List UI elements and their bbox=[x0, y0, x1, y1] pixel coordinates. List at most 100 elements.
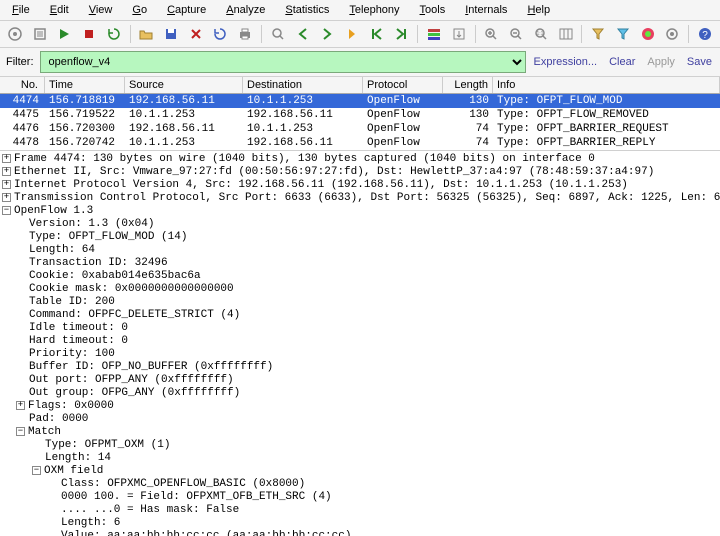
menu-file[interactable]: File bbox=[4, 2, 38, 18]
col-src[interactable]: Source bbox=[125, 77, 243, 93]
menu-go[interactable]: Go bbox=[124, 2, 155, 18]
tree-ip[interactable]: Internet Protocol Version 4, Src: 192.16… bbox=[14, 179, 628, 191]
tree-field[interactable]: Pad: 0000 bbox=[29, 413, 88, 425]
packet-details[interactable]: +Frame 4474: 130 bytes on wire (1040 bit… bbox=[0, 151, 720, 536]
start-icon[interactable] bbox=[53, 23, 75, 45]
display-filters-icon[interactable] bbox=[612, 23, 634, 45]
save-icon[interactable] bbox=[160, 23, 182, 45]
tree-eth[interactable]: Ethernet II, Src: Vmware_97:27:fd (00:50… bbox=[14, 166, 654, 178]
colorize-icon[interactable] bbox=[423, 23, 445, 45]
capture-filters-icon[interactable] bbox=[587, 23, 609, 45]
packet-row[interactable]: 4474 156.718819 192.168.56.11 10.1.1.253… bbox=[0, 94, 720, 108]
packet-list-header[interactable]: No. Time Source Destination Protocol Len… bbox=[0, 77, 720, 94]
tree-field[interactable]: Hard timeout: 0 bbox=[29, 335, 128, 347]
tree-field[interactable]: Command: OFPFC_DELETE_STRICT (4) bbox=[29, 309, 240, 321]
zoomout-icon[interactable] bbox=[505, 23, 527, 45]
filter-clear[interactable]: Clear bbox=[605, 56, 639, 68]
tree-field[interactable]: Length: 6 bbox=[61, 517, 120, 529]
tree-match[interactable]: Match bbox=[28, 426, 61, 438]
zoomin-icon[interactable] bbox=[481, 23, 503, 45]
filter-input[interactable]: openflow_v4 bbox=[40, 51, 526, 73]
menu-internals[interactable]: Internals bbox=[457, 2, 515, 18]
collapse-icon[interactable]: − bbox=[16, 427, 25, 436]
tree-field[interactable]: Type: OFPT_FLOW_MOD (14) bbox=[29, 231, 187, 243]
expand-icon[interactable]: + bbox=[2, 167, 11, 176]
zoom100-icon[interactable]: 1:1 bbox=[530, 23, 552, 45]
filter-expression[interactable]: Expression... bbox=[530, 56, 602, 68]
tree-field[interactable]: Cookie mask: 0x0000000000000000 bbox=[29, 283, 234, 295]
filter-save[interactable]: Save bbox=[683, 56, 716, 68]
svg-text:1:1: 1:1 bbox=[536, 31, 543, 37]
col-len[interactable]: Length bbox=[443, 77, 493, 93]
tree-flags[interactable]: Flags: 0x0000 bbox=[28, 400, 114, 412]
restart-icon[interactable] bbox=[103, 23, 125, 45]
last-icon[interactable] bbox=[391, 23, 413, 45]
menu-statistics[interactable]: Statistics bbox=[277, 2, 337, 18]
find-icon[interactable] bbox=[267, 23, 289, 45]
tree-tcp[interactable]: Transmission Control Protocol, Src Port:… bbox=[14, 192, 720, 204]
tree-field[interactable]: Length: 14 bbox=[45, 452, 111, 464]
goto-icon[interactable] bbox=[341, 23, 363, 45]
tree-field[interactable]: Priority: 100 bbox=[29, 348, 115, 360]
autoscroll-icon[interactable] bbox=[448, 23, 470, 45]
tree-openflow[interactable]: OpenFlow 1.3 bbox=[14, 205, 93, 217]
col-proto[interactable]: Protocol bbox=[363, 77, 443, 93]
close-icon[interactable] bbox=[185, 23, 207, 45]
tree-field[interactable]: Out port: OFPP_ANY (0xffffffff) bbox=[29, 374, 234, 386]
col-no[interactable]: No. bbox=[0, 77, 45, 93]
col-time[interactable]: Time bbox=[45, 77, 125, 93]
tree-field[interactable]: 0000 100. = Field: OFPXMT_OFB_ETH_SRC (4… bbox=[61, 491, 332, 503]
menu-help[interactable]: Help bbox=[519, 2, 558, 18]
tree-field[interactable]: Version: 1.3 (0x04) bbox=[29, 218, 154, 230]
expand-icon[interactable]: + bbox=[2, 154, 11, 163]
menu-edit[interactable]: Edit bbox=[42, 2, 77, 18]
tree-field[interactable]: .... ...0 = Has mask: False bbox=[61, 504, 239, 516]
print-icon[interactable] bbox=[234, 23, 256, 45]
tree-frame[interactable]: Frame 4474: 130 bytes on wire (1040 bits… bbox=[14, 153, 595, 165]
help-icon[interactable]: ? bbox=[694, 23, 716, 45]
tree-field[interactable]: Length: 64 bbox=[29, 244, 95, 256]
packet-row[interactable]: 4478 156.720742 10.1.1.253 192.168.56.11… bbox=[0, 136, 720, 150]
menu-capture[interactable]: Capture bbox=[159, 2, 214, 18]
tree-field[interactable]: Out group: OFPG_ANY (0xffffffff) bbox=[29, 387, 240, 399]
menu-view[interactable]: View bbox=[81, 2, 121, 18]
open-icon[interactable] bbox=[136, 23, 158, 45]
tree-field[interactable]: Transaction ID: 32496 bbox=[29, 257, 168, 269]
collapse-icon[interactable]: − bbox=[32, 466, 41, 475]
menu-telephony[interactable]: Telephony bbox=[341, 2, 407, 18]
tree-field[interactable]: Table ID: 200 bbox=[29, 296, 115, 308]
svg-text:?: ? bbox=[702, 30, 708, 41]
prev-icon[interactable] bbox=[292, 23, 314, 45]
tree-field[interactable]: Cookie: 0xabab014e635bac6a bbox=[29, 270, 201, 282]
collapse-icon[interactable]: − bbox=[2, 206, 11, 215]
tree-field[interactable]: Buffer ID: OFP_NO_BUFFER (0xffffffff) bbox=[29, 361, 273, 373]
packet-row[interactable]: 4475 156.719522 10.1.1.253 192.168.56.11… bbox=[0, 108, 720, 122]
reload-icon[interactable] bbox=[210, 23, 232, 45]
tree-field[interactable]: Type: OFPMT_OXM (1) bbox=[45, 439, 170, 451]
col-info[interactable]: Info bbox=[493, 77, 720, 93]
stop-icon[interactable] bbox=[78, 23, 100, 45]
filter-bar: Filter: openflow_v4 Expression... Clear … bbox=[0, 48, 720, 77]
tree-field[interactable]: Idle timeout: 0 bbox=[29, 322, 128, 334]
tree-oxm[interactable]: OXM field bbox=[44, 465, 103, 477]
options-icon[interactable] bbox=[29, 23, 51, 45]
tree-field[interactable]: Class: OFPXMC_OPENFLOW_BASIC (0x8000) bbox=[61, 478, 305, 490]
expand-icon[interactable]: + bbox=[2, 180, 11, 189]
expand-icon[interactable]: + bbox=[16, 401, 25, 410]
menu-bar: File Edit View Go Capture Analyze Statis… bbox=[0, 0, 720, 21]
menu-tools[interactable]: Tools bbox=[412, 2, 454, 18]
packet-list: No. Time Source Destination Protocol Len… bbox=[0, 77, 720, 151]
menu-analyze[interactable]: Analyze bbox=[218, 2, 273, 18]
coloring-rules-icon[interactable] bbox=[637, 23, 659, 45]
interfaces-icon[interactable] bbox=[4, 23, 26, 45]
next-icon[interactable] bbox=[316, 23, 338, 45]
col-dst[interactable]: Destination bbox=[243, 77, 363, 93]
packet-row[interactable]: 4476 156.720300 192.168.56.11 10.1.1.253… bbox=[0, 122, 720, 136]
expand-icon[interactable]: + bbox=[2, 193, 11, 202]
resize-cols-icon[interactable] bbox=[555, 23, 577, 45]
prefs-icon[interactable] bbox=[662, 23, 684, 45]
toolbar: 1:1 ? bbox=[0, 21, 720, 48]
first-icon[interactable] bbox=[366, 23, 388, 45]
filter-label: Filter: bbox=[4, 56, 36, 68]
filter-apply[interactable]: Apply bbox=[643, 56, 679, 68]
